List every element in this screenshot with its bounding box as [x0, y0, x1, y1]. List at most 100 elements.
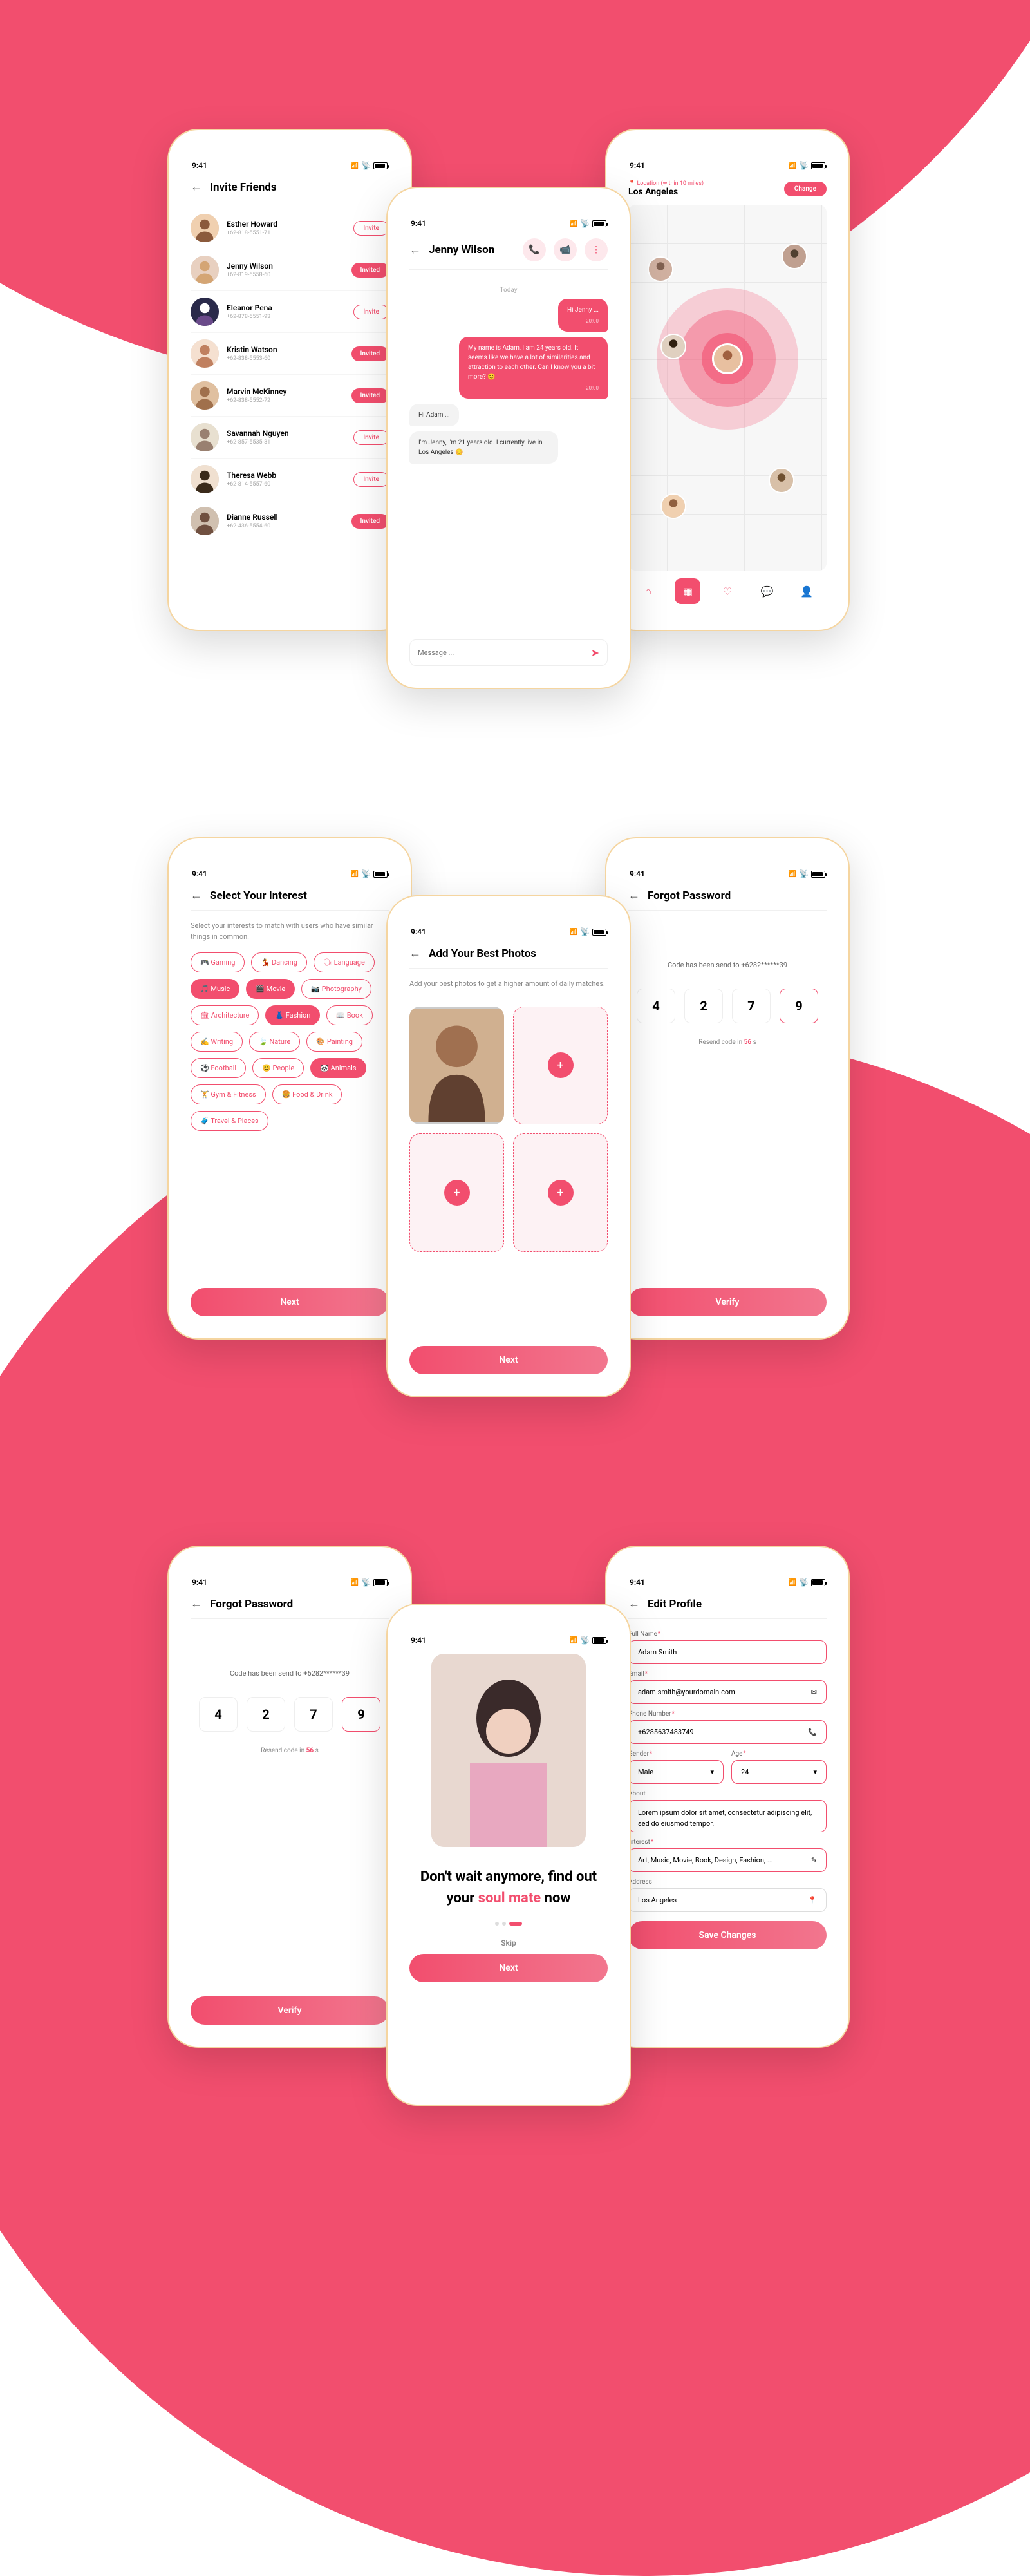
interest-chip[interactable]: ⚽ Football	[191, 1058, 246, 1078]
status-bar: 9:41📶📡	[397, 214, 621, 231]
subtitle: Add your best photos to get a higher amo…	[409, 979, 608, 990]
next-button[interactable]: Next	[191, 1288, 389, 1316]
otp-digit[interactable]: 7	[294, 1697, 333, 1732]
interest-chip[interactable]: 🍔 Food & Drink	[272, 1084, 342, 1104]
message-input[interactable]	[418, 649, 585, 657]
invited-button[interactable]: Invited	[351, 388, 389, 403]
status-bar: 9:41📶📡	[615, 156, 839, 173]
otp-digit[interactable]: 2	[247, 1697, 285, 1732]
otp-digit[interactable]: 4	[199, 1697, 238, 1732]
interest-chip[interactable]: 🏋 Gym & Fitness	[191, 1084, 266, 1104]
interest-chip[interactable]: 🎵 Music	[191, 979, 239, 999]
otp-digit[interactable]: 9	[780, 989, 818, 1023]
interest-chip[interactable]: 🎬 Movie	[246, 979, 295, 999]
back-icon[interactable]: ←	[628, 889, 640, 902]
invite-button[interactable]: Invite	[353, 472, 389, 487]
nearby-avatar[interactable]	[769, 468, 794, 493]
user-avatar[interactable]	[712, 343, 743, 374]
save-button[interactable]: Save Changes	[628, 1921, 827, 1949]
invite-button[interactable]: Invite	[353, 221, 389, 236]
nearby-avatar[interactable]	[648, 256, 673, 282]
label-phone: Phone Number	[628, 1710, 827, 1718]
photo-slot-empty[interactable]: +	[513, 1133, 608, 1252]
send-icon[interactable]: ➤	[591, 647, 599, 659]
map-view[interactable]	[628, 205, 827, 571]
interest-chip[interactable]: 💃 Dancing	[251, 952, 306, 972]
address-field[interactable]: Los Angeles📍	[628, 1888, 827, 1912]
otp-digit[interactable]: 4	[637, 989, 675, 1023]
nav-profile-icon[interactable]: 👤	[794, 578, 819, 604]
interest-chip[interactable]: 🧳 Travel & Places	[191, 1111, 268, 1131]
page-title: Edit Profile	[648, 1598, 827, 1611]
verify-button[interactable]: Verify	[191, 1996, 389, 2025]
label-address: Address	[628, 1879, 827, 1886]
nearby-avatar[interactable]	[660, 334, 686, 359]
resend-text: Resend code in 56 s	[191, 1747, 389, 1754]
mail-icon: ✉	[811, 1688, 817, 1696]
interest-chip[interactable]: 🐼 Animals	[310, 1058, 366, 1078]
invited-button[interactable]: Invited	[351, 346, 389, 361]
more-icon[interactable]: ⋮	[585, 238, 608, 261]
nearby-avatar[interactable]	[660, 493, 686, 519]
label-gender: Gender	[628, 1750, 724, 1757]
nav-home-icon[interactable]: ⌂	[635, 578, 661, 604]
page-title: Forgot Password	[210, 1598, 389, 1611]
back-icon[interactable]: ←	[628, 1597, 640, 1611]
message-out: My name is Adam, I am 24 years old. It s…	[459, 337, 608, 399]
invite-button[interactable]: Invite	[353, 305, 389, 319]
onboard-image	[431, 1654, 586, 1847]
nearby-avatar[interactable]	[782, 243, 807, 269]
nav-map-icon[interactable]: ▦	[675, 578, 700, 604]
phone-field[interactable]: +6285637483749📞	[628, 1720, 827, 1744]
invited-button[interactable]: Invited	[351, 263, 389, 278]
nav-chat-icon[interactable]: 💬	[754, 578, 780, 604]
add-icon: +	[548, 1180, 574, 1206]
interest-chip[interactable]: 📷 Photography	[301, 979, 371, 999]
back-icon[interactable]: ←	[191, 180, 202, 194]
invited-button[interactable]: Invited	[351, 514, 389, 529]
photo-slot-empty[interactable]: +	[409, 1133, 504, 1252]
back-icon[interactable]: ←	[409, 947, 421, 960]
skip-button[interactable]: Skip	[409, 1938, 608, 1947]
email-field[interactable]: adam.smith@yourdomain.com✉	[628, 1680, 827, 1704]
interest-chip[interactable]: ✍️ Writing	[191, 1032, 243, 1052]
photo-slot-filled[interactable]	[409, 1007, 504, 1125]
age-select[interactable]: 24▾	[731, 1760, 827, 1784]
avatar	[191, 507, 219, 535]
video-icon[interactable]: 📹	[554, 238, 577, 261]
page-title: Select Your Interest	[210, 889, 389, 902]
interest-field[interactable]: Art, Music, Movie, Book, Design, Fashion…	[628, 1848, 827, 1872]
interest-chip[interactable]: 🏛 Architecture	[191, 1005, 259, 1025]
otp-digit[interactable]: 2	[684, 989, 723, 1023]
interest-chip[interactable]: 🎮 Gaming	[191, 952, 245, 972]
avatar	[191, 423, 219, 451]
avatar	[191, 256, 219, 284]
back-icon[interactable]: ←	[409, 243, 421, 257]
verify-button[interactable]: Verify	[628, 1288, 827, 1316]
call-icon[interactable]: 📞	[523, 238, 546, 261]
interest-chip[interactable]: 😊 People	[252, 1058, 304, 1078]
about-field[interactable]: Lorem ipsum dolor sit amet, consectetur …	[628, 1800, 827, 1832]
interest-chip[interactable]: 🍃 Nature	[249, 1032, 300, 1052]
interest-chip[interactable]: 🎨 Painting	[306, 1032, 362, 1052]
nav-likes-icon[interactable]: ♡	[715, 578, 740, 604]
photo-slot-empty[interactable]: +	[513, 1007, 608, 1125]
interest-chip[interactable]: 👗 Fashion	[265, 1005, 320, 1025]
fullname-field[interactable]: Adam Smith	[628, 1640, 827, 1664]
status-bar: 9:41📶📡	[397, 922, 621, 939]
status-bar: 9:41📶📡	[615, 1573, 839, 1589]
back-icon[interactable]: ←	[191, 1597, 202, 1611]
back-icon[interactable]: ←	[191, 889, 202, 902]
interest-chip[interactable]: 🗣 Language	[314, 952, 375, 972]
otp-digit[interactable]: 7	[732, 989, 771, 1023]
invite-button[interactable]: Invite	[353, 430, 389, 445]
next-button[interactable]: Next	[409, 1346, 608, 1374]
message-composer[interactable]: ➤	[409, 639, 608, 666]
next-button[interactable]: Next	[409, 1954, 608, 1982]
add-icon: +	[548, 1052, 574, 1078]
interest-chip[interactable]: 📖 Book	[326, 1005, 372, 1025]
otp-digit[interactable]: 9	[342, 1697, 380, 1732]
status-bar: 9:41📶📡	[178, 156, 402, 173]
change-button[interactable]: Change	[784, 182, 827, 196]
gender-select[interactable]: Male▾	[628, 1760, 724, 1784]
